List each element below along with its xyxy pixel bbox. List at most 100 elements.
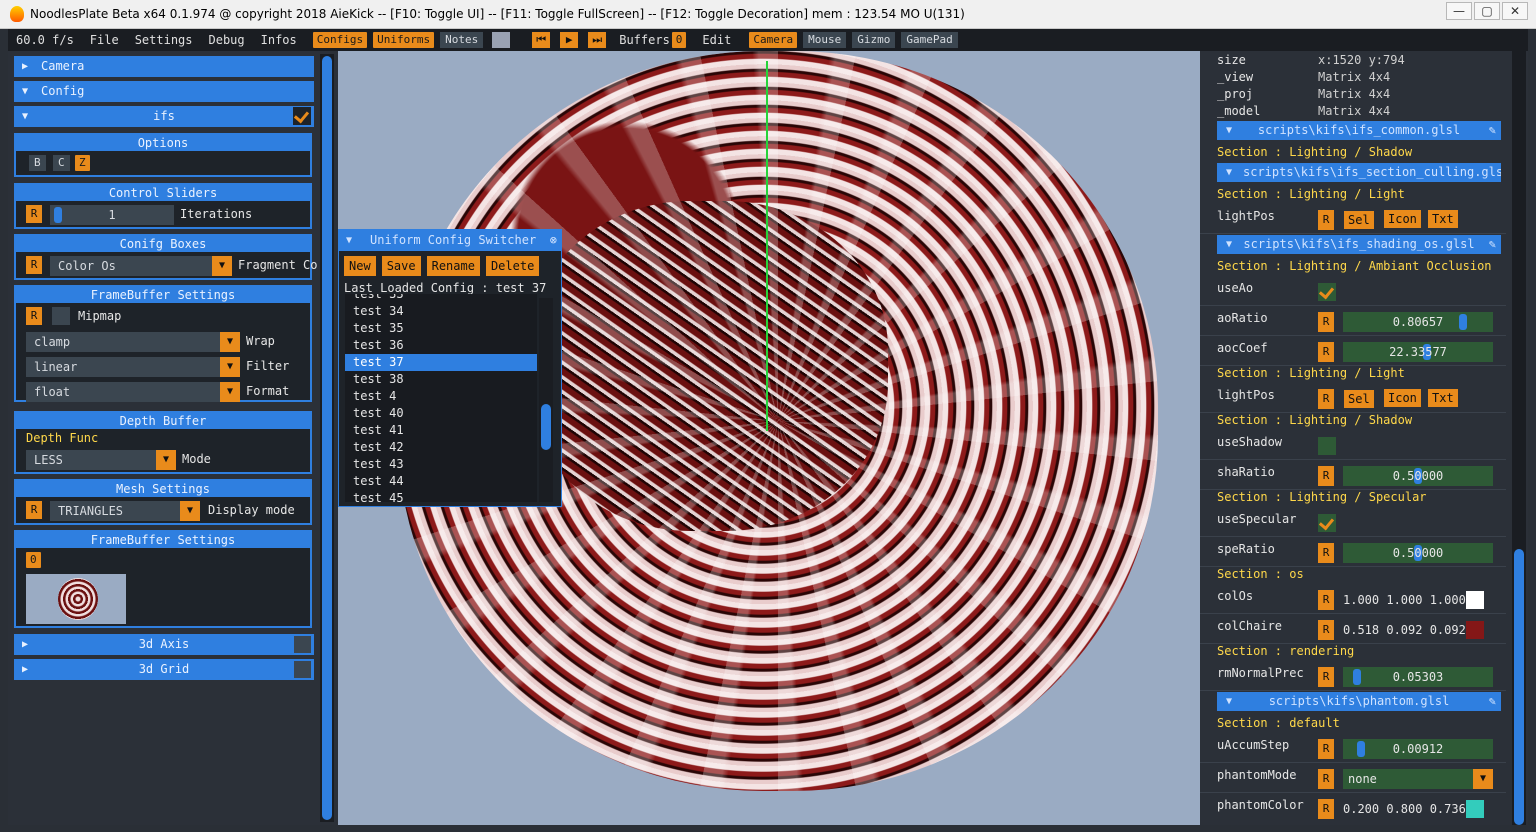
edit-icon[interactable]: ✎ [1489,692,1496,711]
config-list-item[interactable]: test 42 [345,439,537,456]
save-button[interactable]: Save [381,256,421,276]
config-list-item[interactable]: test 41 [345,422,537,439]
config-list-item[interactable]: test 4 [345,388,537,405]
right-scrollbar[interactable] [1512,51,1526,825]
configs-toggle[interactable]: Configs [312,32,368,48]
reset-button[interactable]: R [1318,312,1334,332]
fragment-color-select[interactable]: Color Os ▼ [50,256,232,276]
colos-value[interactable]: 1.000 1.000 1.000 [1343,593,1466,607]
left-scrollbar-thumb[interactable] [322,56,332,820]
script-header-phantom[interactable]: ▼ scripts\kifs\phantom.glsl ✎ [1217,692,1501,711]
phantomcolor-value[interactable]: 0.200 0.800 0.736 [1343,802,1466,816]
reset-button[interactable]: R [1318,389,1334,409]
phantommode-select[interactable]: none ▼ [1343,769,1493,789]
rmnormalprec-slider[interactable]: 0.05303 [1343,667,1493,687]
slider-handle[interactable] [1357,741,1365,757]
config-list-item[interactable]: test 40 [345,405,537,422]
rewind-icon[interactable]: ⏮ [532,32,551,48]
option-z-button[interactable]: Z [75,155,90,171]
mipmap-checkbox[interactable] [52,307,70,325]
reset-button[interactable]: R [26,501,42,519]
option-c-button[interactable]: C [53,155,70,171]
delete-button[interactable]: Delete [485,256,540,276]
display-mode-select[interactable]: TRIANGLES ▼ [50,501,200,521]
reset-button[interactable]: R [1318,769,1334,789]
buffers-count[interactable]: 0 [671,32,687,48]
edit-icon[interactable]: ✎ [1489,121,1496,140]
select-button[interactable]: Sel [1344,390,1374,408]
mouse-toggle[interactable]: Mouse [803,32,847,48]
right-scrollbar-thumb[interactable] [1514,549,1524,825]
reset-button[interactable]: R [1318,466,1334,486]
config-list-item[interactable]: test 35 [345,320,537,337]
select-button[interactable]: Sel [1344,211,1374,229]
color-swatch-button[interactable] [492,32,511,48]
usespecular-checkbox[interactable] [1318,514,1336,532]
sharatio-slider[interactable]: 0.50000 [1343,466,1493,486]
script-header-ifs-common[interactable]: ▼ scripts\kifs\ifs_common.glsl ✎ [1217,121,1501,140]
text-button[interactable]: Txt [1428,210,1458,228]
reset-button[interactable]: R [1318,210,1334,230]
text-button[interactable]: Txt [1428,389,1458,407]
slider-handle[interactable] [1459,314,1467,330]
reset-button[interactable]: R [1318,543,1334,563]
reset-button[interactable]: R [26,307,42,325]
script-header-shading-os[interactable]: ▼ scripts\kifs\ifs_shading_os.glsl ✎ [1217,235,1501,254]
phantomcolor-swatch[interactable] [1466,800,1484,818]
config-list-item[interactable]: test 43 [345,456,537,473]
reset-button[interactable]: R [1318,620,1334,640]
slider-handle[interactable] [54,207,62,223]
config-header[interactable]: ▼ Config [14,81,314,102]
step-icon[interactable]: ⏭ [588,32,607,48]
filter-select[interactable]: linear ▼ [26,357,240,377]
menu-edit[interactable]: Edit [694,29,739,51]
iterations-slider[interactable]: 1 [50,205,174,225]
ifs-header[interactable]: ▼ ifs [14,106,314,127]
colos-color-swatch[interactable] [1466,591,1484,609]
icon-button[interactable]: Icon [1384,389,1421,407]
script-header-section-culling[interactable]: ▼ scripts\kifs\ifs_section_culling.glsl [1217,163,1501,182]
reset-button[interactable]: R [1318,590,1334,610]
slider-handle[interactable] [1353,669,1361,685]
maximize-button[interactable]: ▢ [1474,2,1500,20]
menu-file[interactable]: File [82,29,127,51]
notes-toggle[interactable]: Notes [440,32,484,48]
close-icon[interactable]: ⊗ [550,230,557,251]
config-list-thumb[interactable] [541,404,551,450]
reset-button[interactable]: R [1318,342,1334,362]
menu-buffers[interactable]: Buffers [611,29,678,51]
menu-infos[interactable]: Infos [253,29,305,51]
close-button[interactable]: ✕ [1502,2,1528,20]
useshadow-checkbox[interactable] [1318,437,1336,455]
useao-checkbox[interactable] [1318,283,1336,301]
play-icon[interactable]: ▶ [560,32,579,48]
gizmo-toggle[interactable]: Gizmo [852,32,896,48]
gamepad-toggle[interactable]: GamePad [901,32,958,48]
depth-mode-select[interactable]: LESS ▼ [26,450,176,470]
uaccumstep-slider[interactable]: 0.00912 [1343,739,1493,759]
minimize-button[interactable]: — [1446,2,1472,20]
buffer-index-button[interactable]: 0 [26,552,41,568]
config-list-item[interactable]: test 44 [345,473,537,490]
framebuffer-thumbnail[interactable] [26,574,126,624]
uniforms-toggle[interactable]: Uniforms [373,32,435,48]
menu-debug[interactable]: Debug [201,29,253,51]
menu-settings[interactable]: Settings [127,29,201,51]
config-list-item[interactable]: test 34 [345,303,537,320]
aoccoef-slider[interactable]: 22.33577 [1343,342,1493,362]
reset-button[interactable]: R [26,256,42,274]
reset-button[interactable]: R [26,205,42,223]
ifs-enabled-checkbox[interactable] [293,107,311,125]
wrap-select[interactable]: clamp ▼ [26,332,240,352]
config-list-item[interactable]: test 36 [345,337,537,354]
icon-button[interactable]: Icon [1384,210,1421,228]
new-button[interactable]: New [344,256,376,276]
axis-checkbox[interactable] [294,636,311,653]
reset-button[interactable]: R [1318,667,1334,687]
config-list-item[interactable]: test 45 [345,490,537,502]
config-list-item[interactable]: test 33 [345,294,537,303]
axis-header[interactable]: ▶ 3d Axis [14,634,314,655]
option-b-button[interactable]: B [29,155,46,171]
ucs-titlebar[interactable]: ▼ Uniform Config Switcher ⊗ [339,230,561,251]
config-list[interactable]: test 33 test 34 test 35 test 36 test 37 test … [345,294,537,502]
